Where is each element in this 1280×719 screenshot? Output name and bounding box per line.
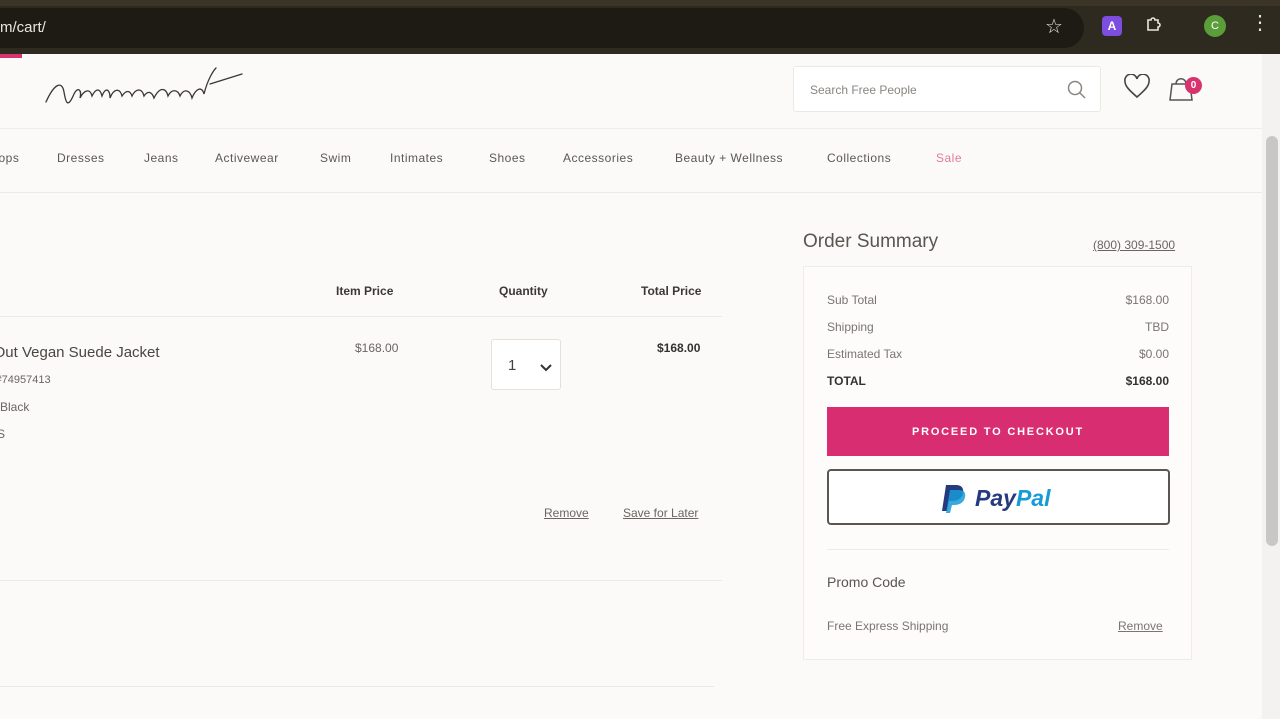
proceed-to-checkout-button[interactable]: Proceed to Checkout: [827, 407, 1169, 456]
nav-item-shoes[interactable]: Shoes: [489, 151, 526, 165]
column-header-quantity: Quantity: [499, 284, 548, 298]
nav-item-activewear[interactable]: Activewear: [215, 151, 279, 165]
search-icon[interactable]: [1066, 79, 1088, 101]
promo-code-title: Promo Code: [827, 574, 906, 590]
product-style-number: Style #74957413: [0, 374, 51, 386]
order-summary-title: Order Summary: [803, 231, 939, 252]
address-bar-url[interactable]: m/cart/: [0, 19, 46, 36]
order-total-label: TOTAL: [827, 374, 866, 388]
promo-divider: [827, 549, 1169, 550]
nav-item-intimates[interactable]: Intimates: [390, 151, 443, 165]
browser-tabstrip: [0, 0, 1280, 6]
estimated-tax-value: $0.00: [1138, 347, 1169, 361]
nav-item-jeans[interactable]: Jeans: [144, 151, 179, 165]
paypal-wordmark: PayPal: [975, 485, 1051, 511]
wishlist-heart-icon[interactable]: [1123, 73, 1151, 100]
profile-avatar[interactable]: C: [1204, 15, 1226, 37]
cart-header-divider: [0, 316, 722, 317]
column-header-item-price: Item Price: [336, 284, 394, 298]
line-total-price: $168.00: [657, 341, 701, 355]
extension-icon[interactable]: A: [1102, 16, 1122, 36]
main-nav: Tops Dresses Jeans Activewear Swim Intim…: [0, 151, 1262, 169]
header-divider: [0, 128, 1262, 129]
subtotal-label: Sub Total: [827, 293, 877, 307]
site-logo[interactable]: [44, 64, 244, 116]
nav-divider: [0, 192, 1262, 193]
subtotal-value: $168.00: [1125, 293, 1169, 307]
nav-item-collections[interactable]: Collections: [827, 151, 891, 165]
remove-item-link[interactable]: Remove: [544, 506, 589, 520]
browser-menu-icon[interactable]: ⋮: [1250, 13, 1270, 33]
estimated-tax-label: Estimated Tax: [827, 347, 903, 361]
support-phone-link[interactable]: (800) 309-1500: [1093, 238, 1175, 252]
bookmark-star-icon[interactable]: ☆: [1045, 14, 1063, 39]
chevron-down-icon: [540, 360, 552, 372]
nav-item-beauty-wellness[interactable]: Beauty + Wellness: [675, 151, 783, 165]
shipping-label: Shipping: [827, 320, 874, 334]
search-input[interactable]: [810, 80, 1050, 100]
page-accent-bar: [0, 54, 22, 58]
paypal-logo-icon: [941, 483, 967, 513]
cart-row-divider: [0, 580, 722, 581]
scrollbar-thumb[interactable]: [1266, 136, 1278, 546]
save-for-later-link[interactable]: Save for Later: [623, 506, 698, 520]
address-bar[interactable]: [0, 8, 1084, 48]
applied-promo-name: Free Express Shipping: [827, 619, 949, 633]
shipping-value: TBD: [1145, 320, 1169, 334]
item-price: $168.00: [355, 341, 399, 355]
column-header-total-price: Total Price: [641, 284, 702, 298]
nav-item-sale[interactable]: Sale: [936, 151, 962, 165]
search-box: [793, 66, 1101, 112]
nav-item-tops[interactable]: Tops: [0, 151, 19, 165]
nav-item-swim[interactable]: Swim: [320, 151, 351, 165]
nav-item-accessories[interactable]: Accessories: [563, 151, 633, 165]
cart-bottom-divider: [0, 686, 714, 687]
remove-promo-link[interactable]: Remove: [1118, 619, 1163, 633]
order-total-value: $168.00: [1125, 374, 1169, 388]
quantity-select[interactable]: 1: [491, 339, 561, 390]
product-color: Black: [0, 400, 30, 414]
product-name-link[interactable]: Way Out Vegan Suede Jacket: [0, 344, 160, 361]
cart-count-badge: 0: [1185, 77, 1202, 94]
extensions-puzzle-icon[interactable]: [1143, 14, 1165, 36]
paypal-checkout-button[interactable]: PayPal: [827, 469, 1170, 525]
quantity-value: 1: [508, 357, 517, 374]
product-size: S: [0, 427, 6, 441]
browser-toolbar: m/cart/ ☆ A C ⋮: [0, 0, 1280, 54]
nav-item-dresses[interactable]: Dresses: [57, 151, 105, 165]
